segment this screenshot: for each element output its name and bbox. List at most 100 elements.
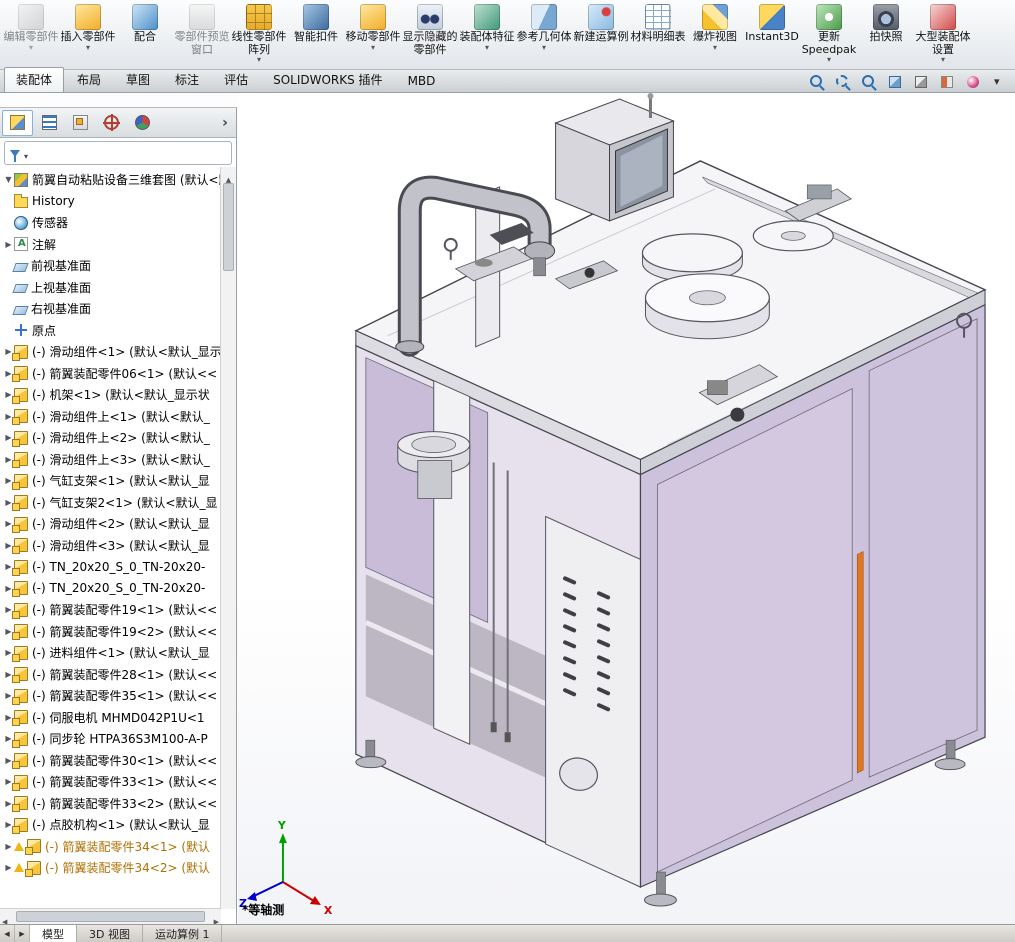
command-tab[interactable]: 标注	[163, 67, 211, 92]
tree-horizontal-scrollbar[interactable]	[0, 908, 221, 924]
scroll-left-icon[interactable]	[2, 909, 7, 924]
view-tool-icon[interactable]	[861, 74, 877, 90]
command-tab[interactable]: MBD	[396, 70, 448, 92]
ribbon-button[interactable]: Instant3D	[744, 2, 800, 46]
tree-item[interactable]: (-) 滑动组件<1> (默认<默认_显示	[0, 341, 221, 363]
command-tab[interactable]: 布局	[65, 67, 113, 92]
tree-item[interactable]: (-) 箭翼装配零件06<1> (默认<<	[0, 363, 221, 385]
tree-item[interactable]: (-) 滑动组件<2> (默认<默认_显	[0, 513, 221, 535]
ribbon-button[interactable]: 显示隐藏的零部件	[402, 2, 458, 58]
ribbon-button[interactable]: 材料明细表	[630, 2, 686, 46]
tree-item[interactable]: (-) TN_20x20_S_0_TN-20x20-	[0, 578, 221, 600]
view-tool-icon[interactable]	[939, 74, 955, 90]
tree-item[interactable]: (-) 箭翼装配零件33<1> (默认<<	[0, 771, 221, 793]
ribbon-button[interactable]: 更新Speedpak	[801, 2, 857, 65]
tree-item[interactable]: 注解	[0, 234, 221, 256]
dimxpert-manager-icon	[104, 115, 119, 130]
smart-fasteners-icon	[303, 4, 329, 30]
ribbon-button-label: 零部件预览窗口	[174, 31, 230, 56]
expand-arrow-icon[interactable]	[3, 240, 14, 249]
expand-arrow-icon[interactable]	[3, 842, 14, 851]
tree-item[interactable]: (-) 气缸支架<1> (默认<默认_显	[0, 470, 221, 492]
tree-item[interactable]: (-) 箭翼装配零件30<1> (默认<<	[0, 750, 221, 772]
scroll-up-icon[interactable]	[221, 167, 236, 181]
ribbon-button[interactable]: 插入零部件	[60, 2, 116, 53]
ribbon-button[interactable]: 移动零部件	[345, 2, 401, 53]
tree-item[interactable]: 上视基准面	[0, 277, 221, 299]
tree-item[interactable]: (-) 气缸支架2<1> (默认<默认_显	[0, 492, 221, 514]
tree-item[interactable]: (-) TN_20x20_S_0_TN-20x20-	[0, 556, 221, 578]
scroll-right-icon[interactable]	[214, 909, 219, 924]
tab-scroll-right-icon[interactable]	[15, 925, 30, 942]
display-manager-icon	[135, 115, 150, 130]
tree-item[interactable]: 原点	[0, 320, 221, 342]
tree-item[interactable]: (-) 箭翼装配零件28<1> (默认<<	[0, 664, 221, 686]
panel-tab[interactable]	[35, 111, 64, 135]
panel-tab[interactable]	[97, 111, 126, 135]
horizontal-scroll-thumb[interactable]	[16, 911, 205, 922]
ribbon-button[interactable]: 编辑零部件	[3, 2, 59, 53]
command-manager-ribbon: 编辑零部件 插入零部件 配合 零部件预览窗口 线性零部件阵列 智能扣件 移动零部…	[0, 0, 1015, 70]
tree-item[interactable]: 传感器	[0, 212, 221, 234]
tree-item[interactable]: (-) 箭翼装配零件19<2> (默认<<	[0, 621, 221, 643]
tree-item[interactable]: (-) 箭翼装配零件34<2> (默认	[0, 857, 221, 879]
tree-item[interactable]: (-) 箭翼装配零件34<1> (默认	[0, 836, 221, 858]
command-tab[interactable]: SOLIDWORKS 插件	[261, 67, 394, 92]
tree-item[interactable]: (-) 点胶机构<1> (默认<默认_显	[0, 814, 221, 836]
panel-collapse-arrow-icon[interactable]	[216, 115, 234, 131]
tree-item[interactable]: (-) 滑动组件上<3> (默认<默认_	[0, 449, 221, 471]
tree-item[interactable]: 右视基准面	[0, 298, 221, 320]
document-tab[interactable]: 运动算例 1	[143, 925, 223, 942]
document-tab[interactable]: 模型	[30, 925, 77, 942]
ribbon-button[interactable]: 大型装配体设置	[915, 2, 971, 65]
tree-item-label: 箭翼自动粘贴设备三维套图 (默认<默认_显	[32, 171, 221, 188]
ribbon-button[interactable]: 爆炸视图	[687, 2, 743, 53]
tree-filter-box[interactable]	[4, 141, 232, 165]
document-tab[interactable]: 3D 视图	[77, 925, 143, 942]
expand-arrow-icon[interactable]	[3, 863, 14, 872]
panel-tab[interactable]	[66, 111, 95, 135]
tab-scroll-left-icon[interactable]	[0, 925, 15, 942]
ribbon-button[interactable]: 装配体特征	[459, 2, 515, 53]
tree-item[interactable]: (-) 机架<1> (默认<默认_显示状	[0, 384, 221, 406]
ribbon-button[interactable]: 零部件预览窗口	[174, 2, 230, 58]
ribbon-button[interactable]: 参考几何体	[516, 2, 572, 53]
tree-item[interactable]: 前视基准面	[0, 255, 221, 277]
tree-item[interactable]: (-) 进料组件<1> (默认<默认_显	[0, 642, 221, 664]
ribbon-button[interactable]: 配合	[117, 2, 173, 46]
tree-item[interactable]: (-) 伺服电机 MHMD042P1U<1	[0, 707, 221, 729]
view-tool-icon[interactable]	[965, 74, 981, 90]
tree-item[interactable]: (-) 滑动组件上<2> (默认<默认_	[0, 427, 221, 449]
tree-item[interactable]: (-) 箭翼装配零件35<1> (默认<<	[0, 685, 221, 707]
graphics-viewport[interactable]: Y X Z *等轴测	[238, 93, 1015, 924]
view-tool-icon[interactable]	[835, 74, 851, 90]
command-tab[interactable]: 草图	[114, 67, 162, 92]
configuration-manager-icon	[73, 115, 88, 130]
tree-item[interactable]: (-) 滑动组件上<1> (默认<默认_	[0, 406, 221, 428]
tree-item[interactable]: (-) 箭翼装配零件33<2> (默认<<	[0, 793, 221, 815]
view-tool-icon[interactable]	[913, 74, 929, 90]
heads-up-view-toolbar	[809, 72, 1007, 92]
panel-tab[interactable]	[128, 111, 157, 135]
vertical-scroll-thumb[interactable]	[223, 183, 234, 271]
tree-item[interactable]: (-) 箭翼装配零件19<1> (默认<<	[0, 599, 221, 621]
tree-item[interactable]: History	[0, 191, 221, 213]
ribbon-button[interactable]: 线性零部件阵列	[231, 2, 287, 65]
filter-caret-icon[interactable]	[24, 144, 28, 163]
command-tab[interactable]: 评估	[212, 67, 260, 92]
view-tool-icon[interactable]	[991, 74, 1007, 90]
tree-item[interactable]: (-) 同步轮 HTPA36S3M100-A-P	[0, 728, 221, 750]
tree-vertical-scrollbar[interactable]	[220, 167, 236, 909]
ribbon-button[interactable]: 拍快照	[858, 2, 914, 46]
tree-item-label: (-) 箭翼装配零件33<1> (默认<<	[32, 773, 217, 790]
view-tool-icon[interactable]	[809, 74, 825, 90]
tree-item[interactable]: (-) 滑动组件<3> (默认<默认_显	[0, 535, 221, 557]
ribbon-button[interactable]: 智能扣件	[288, 2, 344, 46]
expand-arrow-icon[interactable]	[3, 175, 14, 184]
panel-tab[interactable]	[2, 110, 33, 136]
ribbon-button[interactable]: 新建运算例	[573, 2, 629, 46]
view-tool-icon[interactable]	[887, 74, 903, 90]
tree-item[interactable]: 箭翼自动粘贴设备三维套图 (默认<默认_显	[0, 169, 221, 191]
command-tab[interactable]: 装配体	[4, 67, 64, 92]
tree-item-label: (-) 箭翼装配零件19<1> (默认<<	[32, 601, 217, 618]
